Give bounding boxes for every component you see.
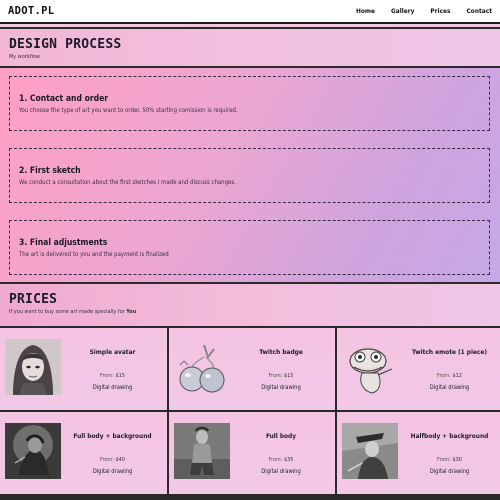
nav-link-prices[interactable]: Prices: [430, 7, 450, 15]
step-description: You choose the type of art you want to o…: [19, 107, 238, 114]
nav-link-home[interactable]: Home: [356, 7, 375, 15]
step-title: 1. Contact and order: [19, 94, 109, 104]
price-from-label: From:: [268, 373, 283, 379]
nav-link-contact[interactable]: Contact: [467, 7, 492, 15]
price-card-full-body-background[interactable]: Full body + background From: $40 Digital…: [0, 412, 167, 494]
nav-link-gallery[interactable]: Gallery: [391, 7, 414, 15]
prices-title: PRICES: [9, 292, 58, 307]
price-card-simple-avatar[interactable]: Simple avatar From: $15 Digital drawing: [0, 328, 167, 410]
card-type: Digital drawing: [92, 469, 133, 475]
design-process-subtitle: My workflow: [9, 54, 40, 60]
card-price: From: $30: [399, 457, 500, 463]
price-from-label: From:: [437, 373, 451, 379]
card-title: Full body: [265, 432, 297, 440]
prices-subtitle-emphasis: You: [126, 309, 137, 315]
card-type: Digital drawing: [261, 469, 301, 475]
card-price: From: $15: [62, 373, 163, 379]
card-price: From: $35: [231, 457, 331, 463]
fullbody-artwork-image: [174, 423, 230, 479]
prices-subtitle: If you want to buy some art made special…: [9, 309, 491, 315]
price-from-label: From:: [437, 457, 451, 463]
price-card-halfbody-background[interactable]: Halfbody + background From: $30 Digital …: [337, 412, 500, 494]
avatar-artwork-image: [5, 339, 61, 395]
price-card-twitch-badge[interactable]: Twitch badge From: $15 Digital drawing: [169, 328, 335, 410]
prices-subtitle-text: If you want to buy some art made special…: [9, 309, 127, 315]
site-logo[interactable]: ADOT.PL: [8, 5, 54, 17]
badge-artwork-image: [174, 339, 230, 395]
card-title: Halfbody + background: [410, 432, 489, 440]
card-title: Twitch emote (1 piece): [411, 348, 488, 356]
step-description: The art is delivered to you and the paym…: [19, 251, 169, 258]
design-process-header: DESIGN PROCESS My workflow: [0, 27, 500, 66]
card-type: Digital drawing: [261, 385, 301, 391]
card-title: Twitch badge: [259, 348, 303, 356]
step-description: We conduct a consultation about the firs…: [19, 179, 236, 186]
price-card-full-body[interactable]: Full body From: $35 Digital drawing: [169, 412, 335, 494]
design-process-title: DESIGN PROCESS: [9, 37, 122, 52]
price-value: $15: [115, 373, 125, 379]
card-type: Digital drawing: [429, 385, 470, 391]
price-from-label: From:: [268, 457, 283, 463]
step-title: 3. Final adjustments: [19, 238, 108, 248]
price-value: $15: [284, 373, 294, 379]
price-card-twitch-emote[interactable]: Twitch emote (1 piece) From: $12 Digital…: [337, 328, 500, 410]
price-cards-grid: Simple avatar From: $15 Digital drawing …: [0, 326, 500, 500]
card-title: Full body + background: [73, 432, 152, 440]
card-price: From: $12: [399, 373, 500, 379]
card-type: Digital drawing: [92, 385, 133, 391]
card-title: Simple avatar: [89, 348, 136, 356]
top-navbar: ADOT.PL Home Gallery Prices Contact: [0, 0, 500, 24]
price-from-label: From:: [100, 457, 114, 463]
main-nav: Home Gallery Prices Contact: [356, 7, 492, 15]
price-value: $35: [284, 457, 294, 463]
price-value: $40: [115, 457, 125, 463]
card-price: From: $40: [62, 457, 163, 463]
process-step-contact[interactable]: 1. Contact and order You choose the type…: [9, 76, 490, 131]
price-from-label: From:: [100, 373, 114, 379]
fullbody-bg-artwork-image: [5, 423, 61, 479]
process-step-sketch[interactable]: 2. First sketch We conduct a consultatio…: [9, 148, 490, 203]
card-price: From: $15: [231, 373, 331, 379]
price-value: $12: [452, 373, 462, 379]
prices-header: PRICES If you want to buy some art made …: [0, 284, 500, 326]
emote-artwork-image: [342, 339, 398, 395]
halfbody-bg-artwork-image: [342, 423, 398, 479]
design-process-section: 1. Contact and order You choose the type…: [0, 66, 500, 284]
price-value: $30: [452, 457, 462, 463]
process-step-final[interactable]: 3. Final adjustments The art is delivere…: [9, 220, 490, 275]
card-type: Digital drawing: [429, 469, 470, 475]
step-title: 2. First sketch: [19, 166, 81, 176]
